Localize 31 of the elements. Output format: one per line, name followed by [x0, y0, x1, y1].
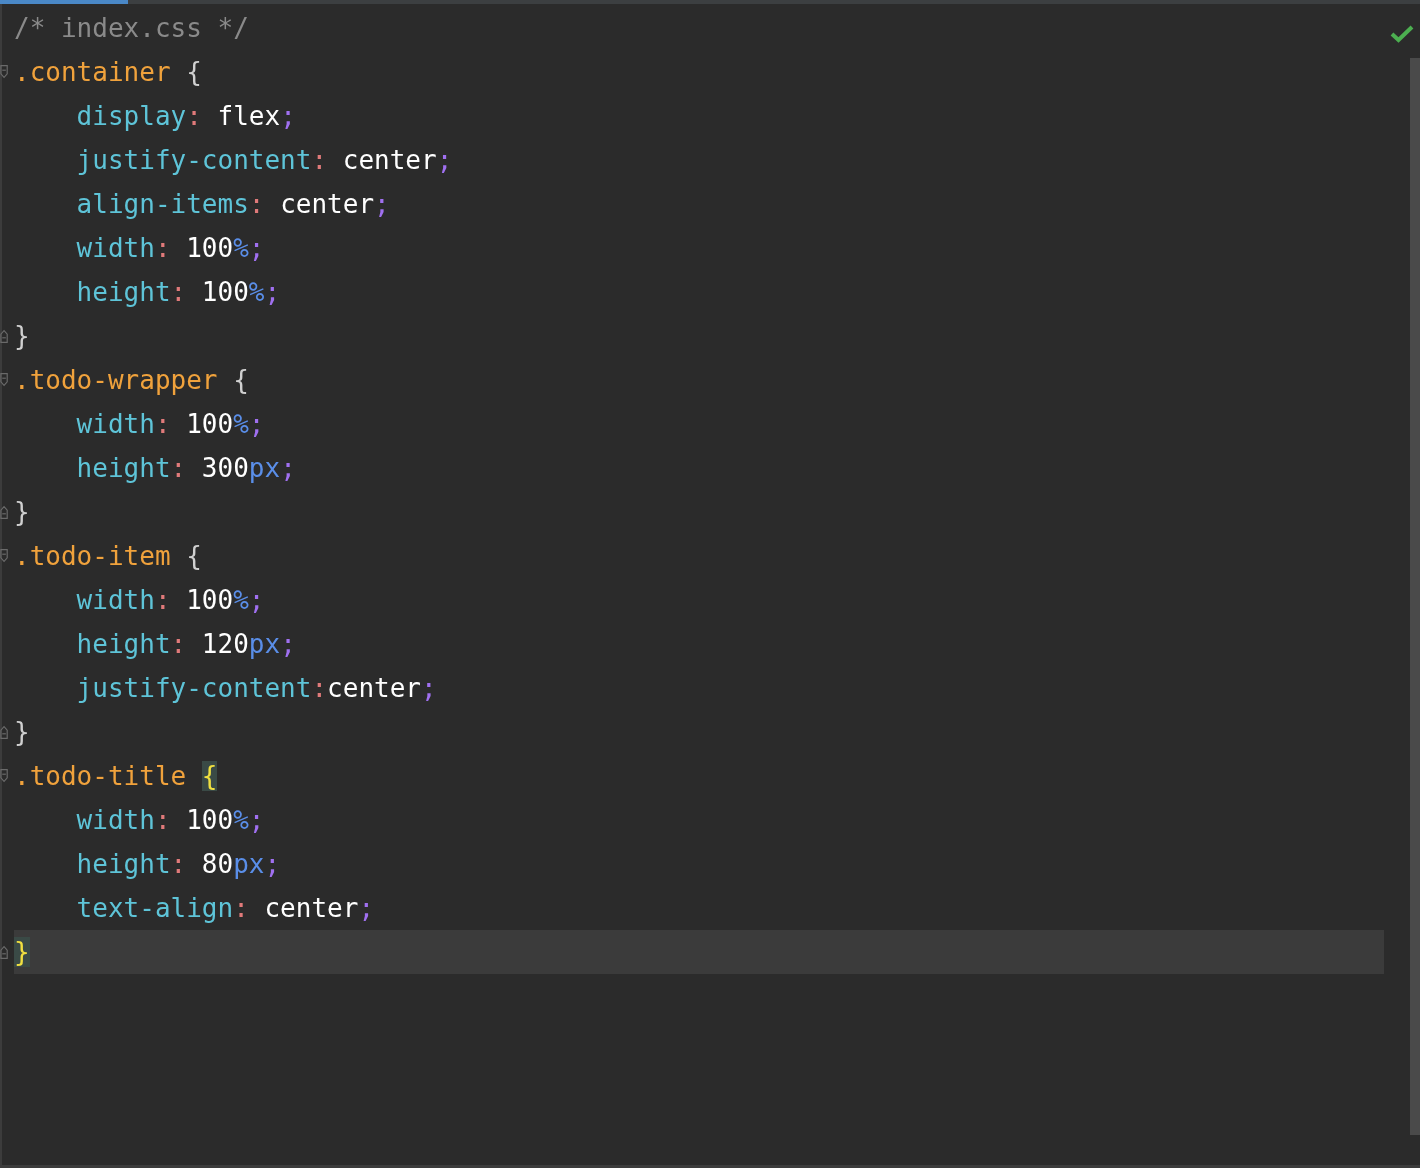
code-line: justify-content: center;: [75, 144, 454, 177]
code-line: height: 100%;: [75, 276, 282, 309]
check-icon: [1390, 24, 1414, 44]
code-line: .todo-wrapper {: [14, 364, 250, 397]
code-line: .todo-item {: [14, 540, 203, 573]
code-line: }: [14, 496, 31, 529]
fold-marker-icon[interactable]: [0, 724, 9, 740]
scrollbar[interactable]: [1410, 58, 1420, 1135]
code-line: align-items: center;: [75, 188, 391, 221]
fold-marker-icon[interactable]: [0, 372, 9, 388]
code-line: display: flex;: [75, 100, 297, 133]
code-line: .todo-title {: [14, 760, 219, 793]
code-line: }: [14, 320, 31, 353]
fold-marker-icon[interactable]: [0, 768, 9, 784]
code-line: justify-content:center;: [75, 672, 438, 705]
fold-marker-icon[interactable]: [0, 64, 9, 80]
fold-marker-icon[interactable]: [0, 944, 9, 960]
fold-marker-icon[interactable]: [0, 504, 9, 520]
code-line: height: 120px;: [75, 628, 297, 661]
code-line: width: 100%;: [75, 232, 266, 265]
fold-marker-icon[interactable]: [0, 328, 9, 344]
code-line: .container {: [14, 56, 203, 89]
fold-marker-icon[interactable]: [0, 548, 9, 564]
code-line: width: 100%;: [75, 804, 266, 837]
code-line: height: 80px;: [75, 848, 282, 881]
code-line: }: [14, 716, 31, 749]
code-line: width: 100%;: [75, 408, 266, 441]
code-line: width: 100%;: [75, 584, 266, 617]
code-line: text-align: center;: [75, 892, 376, 925]
code-line: height: 300px;: [75, 452, 297, 485]
code-line: /* index.css */: [14, 12, 250, 45]
